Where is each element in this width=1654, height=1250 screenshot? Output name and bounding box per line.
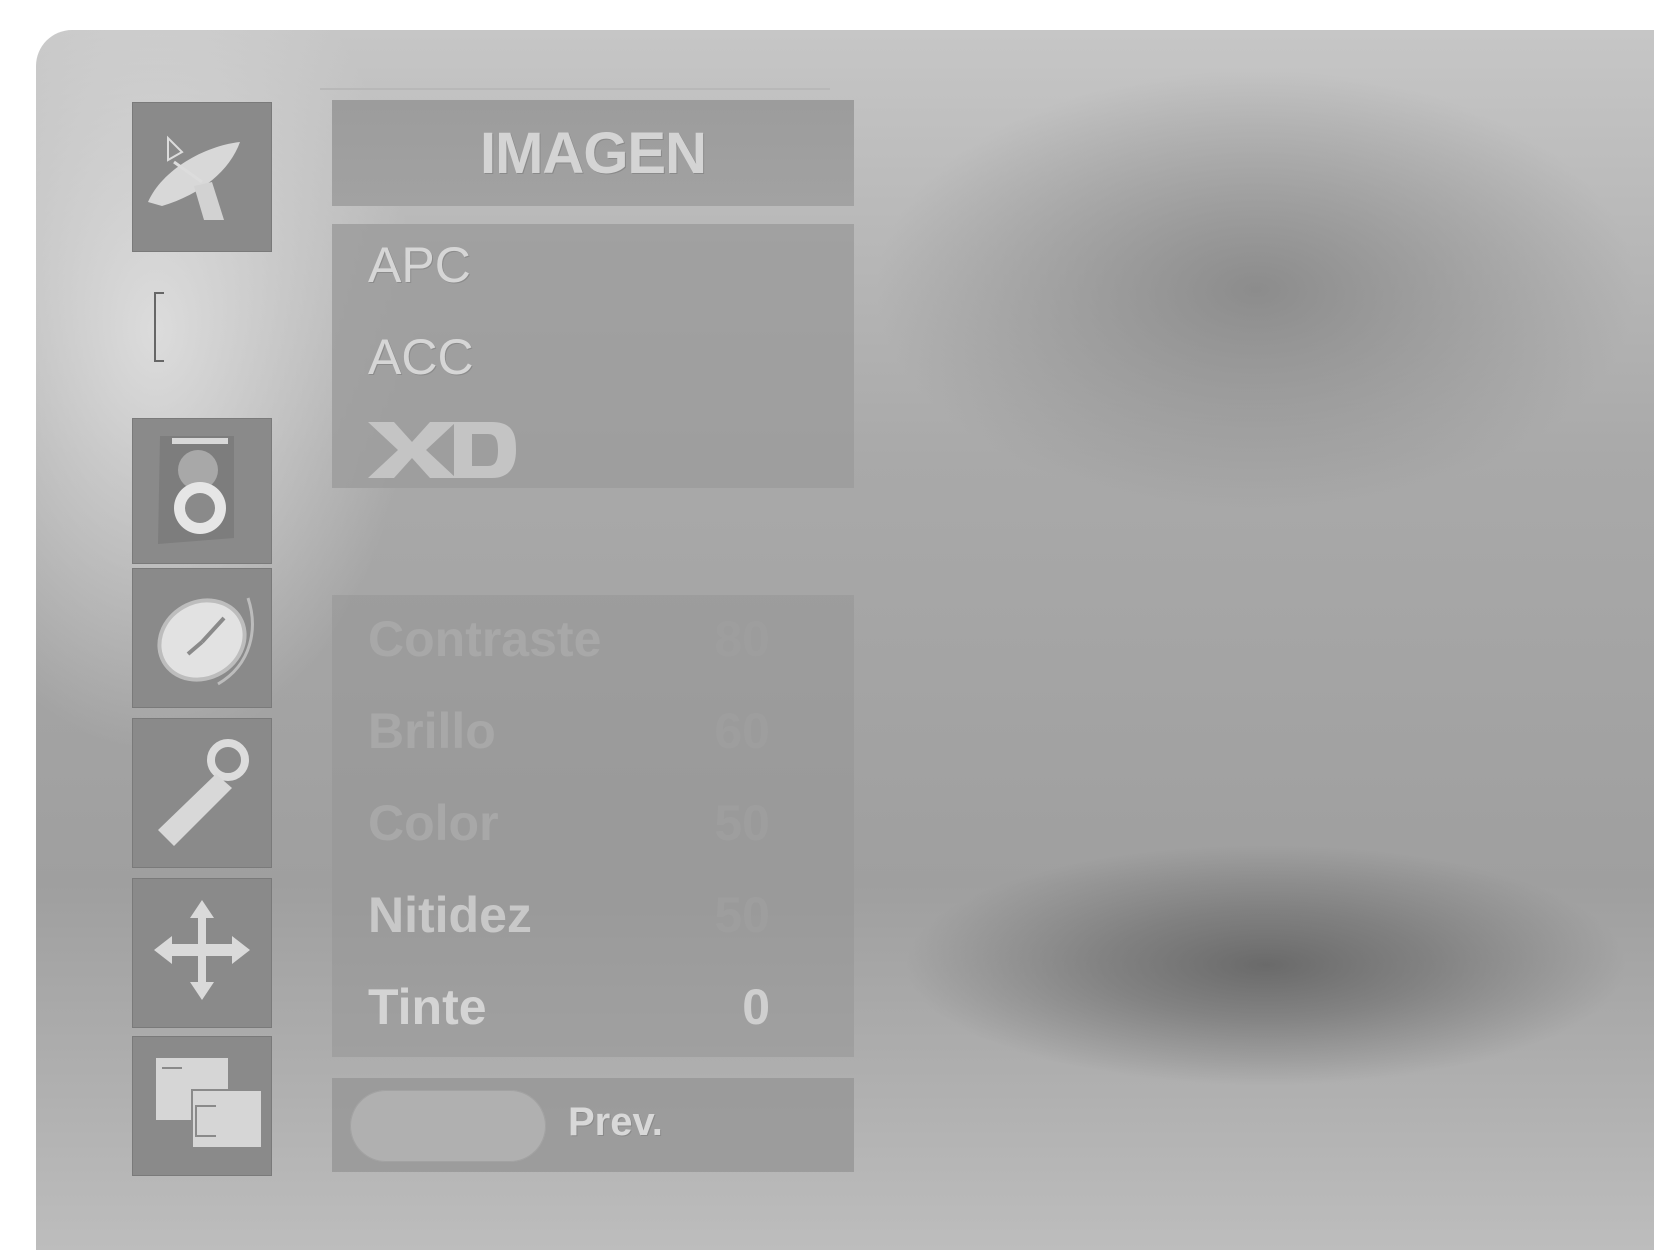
setting-value: 0 [742,979,770,1035]
menu-footer: Prev. [332,1078,854,1172]
setting-row-tinte[interactable]: Tinte 0 [332,963,854,1053]
xd-logo-icon [368,422,516,478]
prev-button[interactable] [350,1090,546,1162]
top-divider [320,88,830,90]
setting-value: 60 [714,703,770,759]
menu-item-xd[interactable] [368,422,518,485]
setting-label: Tinte [368,979,487,1035]
tile-screen[interactable] [132,878,272,1028]
setting-row-brillo[interactable]: Brillo 60 [332,687,854,777]
menu-item-apc[interactable]: APC [368,240,471,290]
setting-label: Contraste [368,611,602,667]
setting-label: Nitidez [368,887,532,943]
satellite-dish-icon [148,135,240,220]
tile-time[interactable] [132,568,272,708]
setting-row-nitidez[interactable]: Nitidez 50 [332,871,854,961]
wrench-icon [158,739,249,846]
tile-channel[interactable] [132,102,272,252]
setting-label: Color [368,795,499,851]
menu-title: IMAGEN [480,120,707,186]
tile-setup[interactable] [132,718,272,868]
windows-icon [156,1058,263,1149]
menu-item-acc[interactable]: ACC [368,332,474,382]
setting-row-color[interactable]: Color 50 [332,779,854,869]
tile-sound[interactable] [132,418,272,564]
clock-icon [157,597,254,686]
speaker-icon [158,436,234,544]
setting-value: 80 [714,611,770,667]
picture-options-group: APC ACC [332,224,854,488]
selection-bracket [154,292,164,362]
tile-pip[interactable] [132,1036,272,1176]
move-arrows-icon [154,900,250,1000]
osd-screen: IMAGEN APC ACC Contraste 80 Brillo 60 Co… [36,30,1654,1250]
menu-title-bar: IMAGEN [332,100,854,206]
setting-row-contraste[interactable]: Contraste 80 [332,595,854,685]
setting-value: 50 [714,795,770,851]
setting-value: 50 [714,887,770,943]
picture-settings-group: Contraste 80 Brillo 60 Color 50 Nitidez … [332,595,854,1057]
prev-label: Prev. [568,1100,663,1144]
setting-label: Brillo [368,703,496,759]
